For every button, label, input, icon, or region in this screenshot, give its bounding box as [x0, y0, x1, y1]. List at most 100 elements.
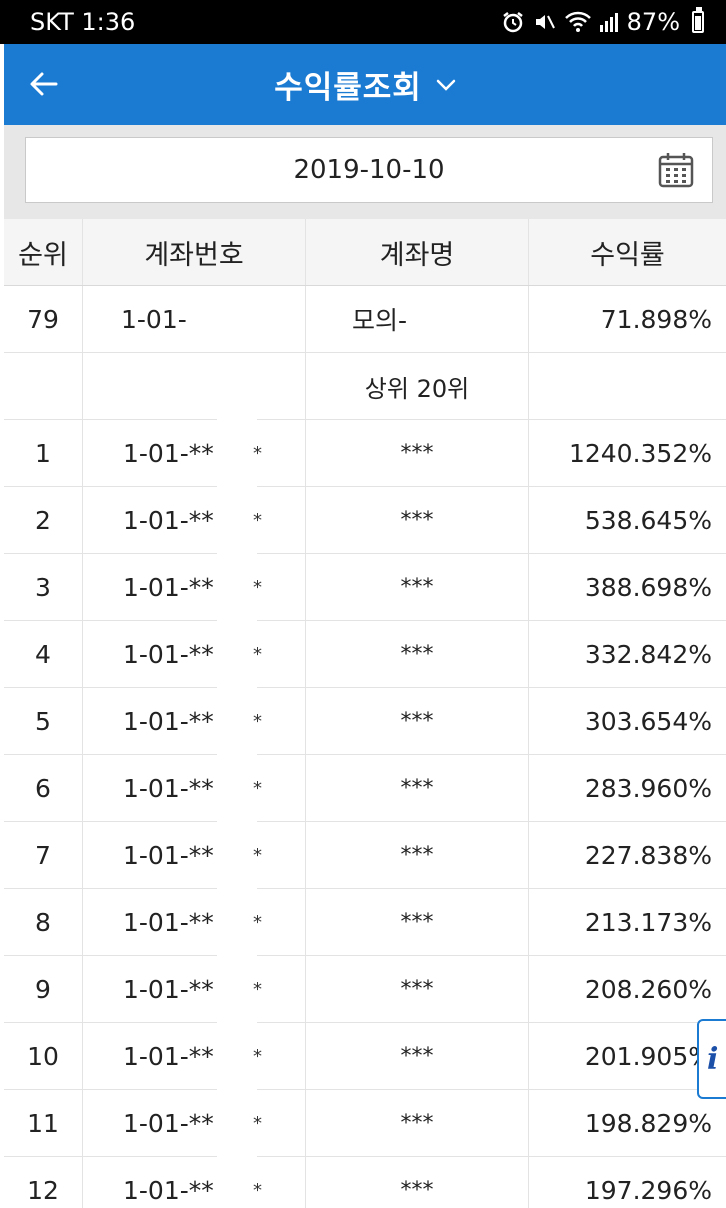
screen-selector[interactable]: 수익률조회	[274, 62, 456, 107]
row-account-number: 1-01-**	[83, 621, 306, 687]
row-rank: 5	[4, 688, 83, 754]
section-account-cell	[83, 353, 306, 419]
battery-icon	[692, 7, 704, 33]
row-return-rate: 208.260%	[584, 974, 712, 1004]
signal-icon	[599, 11, 619, 33]
back-arrow-icon	[30, 72, 58, 96]
my-return-rate: 71.898%	[600, 304, 712, 334]
table-header-row: 순위 계좌번호 계좌명 수익률 ›	[4, 219, 726, 286]
section-rate-cell	[529, 353, 726, 419]
mask-mark: *	[253, 644, 262, 665]
wifi-icon	[564, 11, 591, 33]
mask-mark: *	[253, 912, 262, 933]
date-filter-bar: 2019-10-10	[4, 125, 726, 219]
row-rank: 9	[4, 956, 83, 1022]
calendar-icon[interactable]	[658, 152, 694, 188]
row-account-number: 1-01-**	[83, 1157, 306, 1208]
row-account-name: ***	[306, 889, 529, 955]
row-account-number: 1-01-**	[83, 1023, 306, 1089]
chevron-down-icon	[436, 79, 456, 91]
row-account-number: 1-01-**	[83, 1090, 306, 1156]
table-row[interactable]: 8 1-01-** *** 213.173%	[4, 889, 726, 956]
row-rank: 4	[4, 621, 83, 687]
table-row[interactable]: 3 1-01-** *** 388.698%	[4, 554, 726, 621]
row-account-name: ***	[306, 822, 529, 888]
row-return-rate: 197.296%	[584, 1175, 712, 1205]
row-return-rate: 1240.352%	[568, 438, 712, 468]
row-account-number: 1-01-**	[83, 420, 306, 486]
table-row[interactable]: 10 1-01-** *** 201.905%	[4, 1023, 726, 1090]
row-account-number: 1-01-**	[83, 956, 306, 1022]
table-row[interactable]: 6 1-01-** *** 283.960%	[4, 755, 726, 822]
mask-mark: *	[253, 979, 262, 1000]
page-title: 수익률조회	[274, 70, 422, 106]
row-return-rate: 213.173%	[584, 907, 712, 937]
app-bar: 수익률조회	[4, 44, 726, 125]
row-rank: 10	[4, 1023, 83, 1089]
row-rank: 11	[4, 1090, 83, 1156]
date-picker[interactable]: 2019-10-10	[25, 137, 713, 203]
row-account-number: 1-01-**	[83, 688, 306, 754]
header-rank[interactable]: 순위	[4, 219, 83, 285]
my-account-name: 모의-	[306, 286, 529, 352]
table-row[interactable]: 9 1-01-** *** 208.260%	[4, 956, 726, 1023]
header-return-rate[interactable]: 수익률 ›	[529, 219, 726, 285]
mask-mark: *	[253, 711, 262, 732]
return-rate-table: 순위 계좌번호 계좌명 수익률 › 79 1-01- 모의- 71.898% 상…	[4, 219, 726, 1208]
row-account-name: ***	[306, 688, 529, 754]
table-row[interactable]: 5 1-01-** *** 303.654%	[4, 688, 726, 755]
my-account-row[interactable]: 79 1-01- 모의- 71.898%	[4, 286, 726, 353]
header-return-rate-label: 수익률	[590, 239, 665, 271]
status-right: 87%	[501, 7, 704, 36]
info-icon: i	[707, 1041, 719, 1077]
row-return-rate: 538.645%	[584, 505, 712, 535]
row-return-rate: 388.698%	[584, 572, 712, 602]
battery-percent: 87%	[626, 8, 680, 36]
table-row[interactable]: 1 1-01-** *** 1240.352%	[4, 420, 726, 487]
row-account-number: 1-01-**	[83, 755, 306, 821]
alarm-icon	[501, 10, 525, 34]
row-rank: 7	[4, 822, 83, 888]
table-row[interactable]: 4 1-01-** *** 332.842%	[4, 621, 726, 688]
row-return-rate: 332.842%	[584, 639, 712, 669]
header-account-name[interactable]: 계좌명	[306, 219, 529, 285]
row-return-rate: 227.838%	[584, 840, 712, 870]
mask-mark: *	[253, 577, 262, 598]
row-account-number: 1-01-**	[83, 554, 306, 620]
row-rank: 2	[4, 487, 83, 553]
section-row: 상위 20위	[4, 353, 726, 420]
mask-mark: *	[253, 1046, 262, 1067]
row-account-name: ***	[306, 554, 529, 620]
row-return-rate: 303.654%	[584, 706, 712, 736]
table-row[interactable]: 12 1-01-** *** 197.296%	[4, 1157, 726, 1208]
status-carrier-time: SKT 1:36	[30, 8, 136, 36]
header-account[interactable]: 계좌번호	[83, 219, 306, 285]
mask-mark: *	[253, 1180, 262, 1201]
row-account-name: ***	[306, 1023, 529, 1089]
row-return-rate: 198.829%	[584, 1108, 712, 1138]
section-rank-cell	[4, 353, 83, 419]
mask-mark: *	[253, 443, 262, 464]
row-account-number: 1-01-**	[83, 822, 306, 888]
status-bar: SKT 1:36 87%	[0, 0, 726, 44]
row-rank: 6	[4, 755, 83, 821]
row-account-name: ***	[306, 1157, 529, 1208]
mask-mark: *	[253, 510, 262, 531]
row-account-name: ***	[306, 1090, 529, 1156]
row-account-name: ***	[306, 487, 529, 553]
mute-icon	[533, 10, 557, 34]
row-rank: 1	[4, 420, 83, 486]
row-rank: 12	[4, 1157, 83, 1208]
table-row[interactable]: 11 1-01-** *** 198.829%	[4, 1090, 726, 1157]
row-account-name: ***	[306, 420, 529, 486]
row-account-number: 1-01-**	[83, 889, 306, 955]
row-return-rate: 283.960%	[584, 773, 712, 803]
table-row[interactable]: 2 1-01-** *** 538.645%	[4, 487, 726, 554]
row-account-number: 1-01-**	[83, 487, 306, 553]
table-row[interactable]: 7 1-01-** *** 227.838%	[4, 822, 726, 889]
row-account-name: ***	[306, 621, 529, 687]
info-button[interactable]: i	[697, 1019, 726, 1099]
back-button[interactable]	[22, 62, 66, 106]
ranking-list: 1 1-01-** *** 1240.352% 2 1-01-** *** 538.645% 3…	[4, 420, 726, 1208]
date-value: 2019-10-10	[293, 155, 445, 185]
